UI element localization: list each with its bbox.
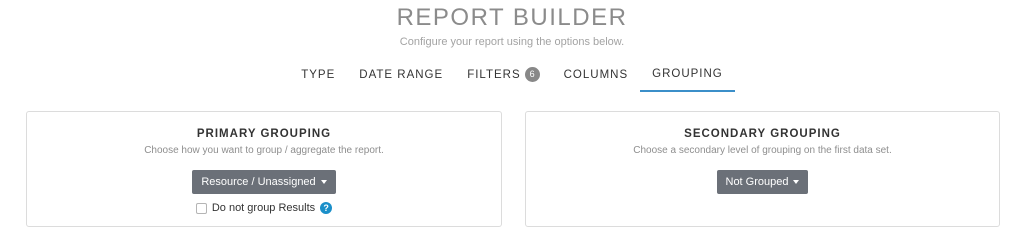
page-header: REPORT BUILDER Configure your report usi… <box>0 0 1024 49</box>
secondary-grouping-title: SECONDARY GROUPING <box>684 128 841 140</box>
tab-columns[interactable]: COLUMNS <box>552 63 641 92</box>
tab-grouping-label: GROUPING <box>652 67 723 80</box>
do-not-group-checkbox[interactable] <box>195 202 207 214</box>
secondary-grouping-dropdown-value: Not Grouped <box>725 176 789 188</box>
page-subtitle: Configure your report using the options … <box>399 36 625 48</box>
tab-bar: TYPE DATE RANGE FILTERS 6 COLUMNS GROUPI… <box>0 63 1024 92</box>
tab-date-range-label: DATE RANGE <box>359 68 444 81</box>
tab-type[interactable]: TYPE <box>289 63 347 92</box>
primary-grouping-card: PRIMARY GROUPING Choose how you want to … <box>26 111 502 227</box>
filters-count-badge: 6 <box>524 67 540 82</box>
tab-date-range[interactable]: DATE RANGE <box>347 63 455 92</box>
primary-grouping-title: PRIMARY GROUPING <box>196 128 332 140</box>
tab-type-label: TYPE <box>301 68 336 81</box>
tab-grouping[interactable]: GROUPING <box>640 63 735 92</box>
help-icon[interactable]: ? <box>320 202 333 214</box>
secondary-grouping-description: Choose a secondary level of grouping on … <box>633 145 892 156</box>
primary-grouping-description: Choose how you want to group / aggregate… <box>144 145 384 156</box>
primary-grouping-dropdown-value: Resource / Unassigned <box>201 176 316 188</box>
do-not-group-label: Do not group Results <box>211 202 316 214</box>
secondary-grouping-dropdown[interactable]: Not Grouped <box>716 170 809 194</box>
do-not-group-row: Do not group Results ? <box>27 202 501 214</box>
caret-down-icon <box>320 180 327 184</box>
secondary-grouping-card: SECONDARY GROUPING Choose a secondary le… <box>525 111 1000 227</box>
caret-down-icon <box>793 180 800 184</box>
page-title: REPORT BUILDER <box>396 4 628 31</box>
tab-columns-label: COLUMNS <box>563 68 629 81</box>
tab-filters-label: FILTERS <box>467 68 521 81</box>
primary-grouping-dropdown[interactable]: Resource / Unassigned <box>192 170 336 194</box>
tab-filters[interactable]: FILTERS 6 <box>455 63 551 92</box>
